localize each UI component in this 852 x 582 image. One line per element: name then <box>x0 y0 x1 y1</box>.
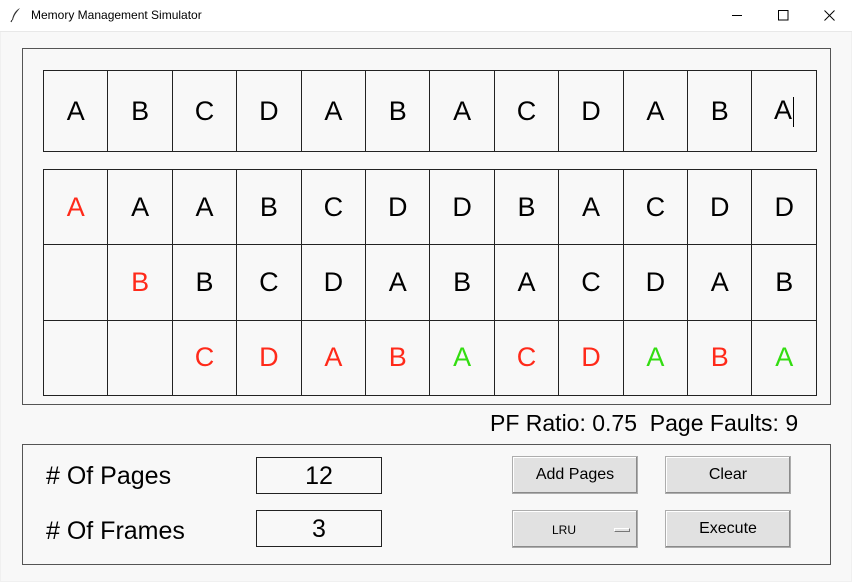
frames-grid: AAABCDDBACDDBBCDABACDABCDABACDABA <box>42 168 817 397</box>
frame-cell: B <box>107 244 173 321</box>
frame-cell: A <box>365 244 431 321</box>
text-cursor <box>792 96 795 127</box>
frame-cell: D <box>300 244 367 321</box>
frame-row: CDABACDABA <box>42 319 817 397</box>
frames-input[interactable]: 3 <box>256 510 382 547</box>
close-button[interactable] <box>806 0 852 31</box>
app-client-area: ABCDABACDABA AAABCDDBACDDBBCDABACDABCDAB… <box>1 32 851 581</box>
frame-cell <box>42 244 109 321</box>
frame-cell: A <box>42 168 109 246</box>
maximize-icon <box>777 10 788 21</box>
title-bar: Memory Management Simulator <box>0 0 852 32</box>
minimize-icon <box>731 15 742 16</box>
frame-cell: A <box>429 319 495 397</box>
algorithm-select[interactable]: LRU <box>512 510 638 548</box>
frame-cell: C <box>622 168 689 246</box>
frame-cell: A <box>493 244 560 321</box>
frame-row: BBCDABACDAB <box>42 244 817 321</box>
frame-cell: C <box>300 168 367 246</box>
reference-cell[interactable]: D <box>236 70 302 152</box>
frame-cell: D <box>622 244 689 321</box>
frame-cell <box>107 319 173 397</box>
reference-value: A <box>453 95 472 126</box>
reference-cell[interactable]: B <box>365 70 431 152</box>
window-title: Memory Management Simulator <box>31 8 202 22</box>
reference-value: C <box>194 95 215 126</box>
reference-value: A <box>324 95 343 126</box>
frame-cell: A <box>558 168 624 246</box>
frame-cell: A <box>107 168 173 246</box>
frames-label: # Of Frames <box>46 517 185 545</box>
add-pages-button[interactable]: Add Pages <box>512 456 638 494</box>
reference-value: A <box>773 95 792 126</box>
reference-string-grid: ABCDABACDABA <box>42 70 817 152</box>
frame-cell: A <box>687 244 753 321</box>
execute-button[interactable]: Execute <box>665 510 791 548</box>
reference-cell[interactable]: A <box>42 70 109 152</box>
pages-input[interactable]: 12 <box>256 457 382 494</box>
frame-cell: D <box>558 319 624 397</box>
frame-cell: B <box>365 319 431 397</box>
page-fault-stats: PF Ratio: 0.75 Page Faults: 9 <box>490 410 799 436</box>
frame-cell: B <box>751 244 817 321</box>
close-icon <box>823 10 835 21</box>
reference-cell[interactable]: B <box>687 70 753 152</box>
algorithm-value: LRU <box>552 523 577 537</box>
frame-cell: D <box>429 168 495 246</box>
reference-cell[interactable]: A <box>622 70 689 152</box>
frame-cell: C <box>171 319 238 397</box>
reference-cell[interactable]: B <box>107 70 173 152</box>
frame-cell: A <box>622 319 689 397</box>
reference-cell[interactable]: A <box>751 70 817 152</box>
frame-cell: D <box>751 168 817 246</box>
reference-cell[interactable]: C <box>171 70 238 152</box>
frame-cell: B <box>236 168 302 246</box>
reference-value: D <box>581 95 601 126</box>
frame-cell: B <box>493 168 560 246</box>
feather-icon <box>10 8 20 23</box>
pages-label: # Of Pages <box>46 462 172 490</box>
reference-value: A <box>66 95 85 126</box>
frame-cell: D <box>236 319 302 397</box>
frame-cell <box>42 319 109 397</box>
reference-value: B <box>388 95 407 126</box>
frame-cell: D <box>365 168 431 246</box>
minimize-button[interactable] <box>714 0 760 31</box>
controls-panel: # Of Pages 12 # Of Frames 3 Add Pages Cl… <box>22 444 831 565</box>
reference-value: A <box>646 95 665 126</box>
maximize-button[interactable] <box>760 0 806 31</box>
reference-cell[interactable]: A <box>300 70 367 152</box>
reference-cell[interactable]: D <box>558 70 624 152</box>
reference-cell[interactable]: A <box>429 70 495 152</box>
dropdown-indicator-icon <box>614 528 630 532</box>
reference-value: D <box>259 95 279 126</box>
frame-cell: D <box>687 168 753 246</box>
reference-value: B <box>131 95 150 126</box>
frame-cell: C <box>493 319 560 397</box>
simulation-panel: ABCDABACDABA AAABCDDBACDDBBCDABACDABCDAB… <box>22 48 831 405</box>
frame-cell: A <box>300 319 367 397</box>
frame-cell: C <box>236 244 302 321</box>
frame-cell: A <box>751 319 817 397</box>
frame-cell: B <box>171 244 238 321</box>
clear-button[interactable]: Clear <box>665 456 791 494</box>
reference-value: C <box>516 95 537 126</box>
frame-cell: C <box>558 244 624 321</box>
reference-cell[interactable]: C <box>493 70 560 152</box>
frame-cell: B <box>429 244 495 321</box>
frame-cell: A <box>171 168 238 246</box>
frame-cell: B <box>687 319 753 397</box>
frame-row: AAABCDDBACDD <box>42 168 817 246</box>
reference-value: B <box>710 95 729 126</box>
